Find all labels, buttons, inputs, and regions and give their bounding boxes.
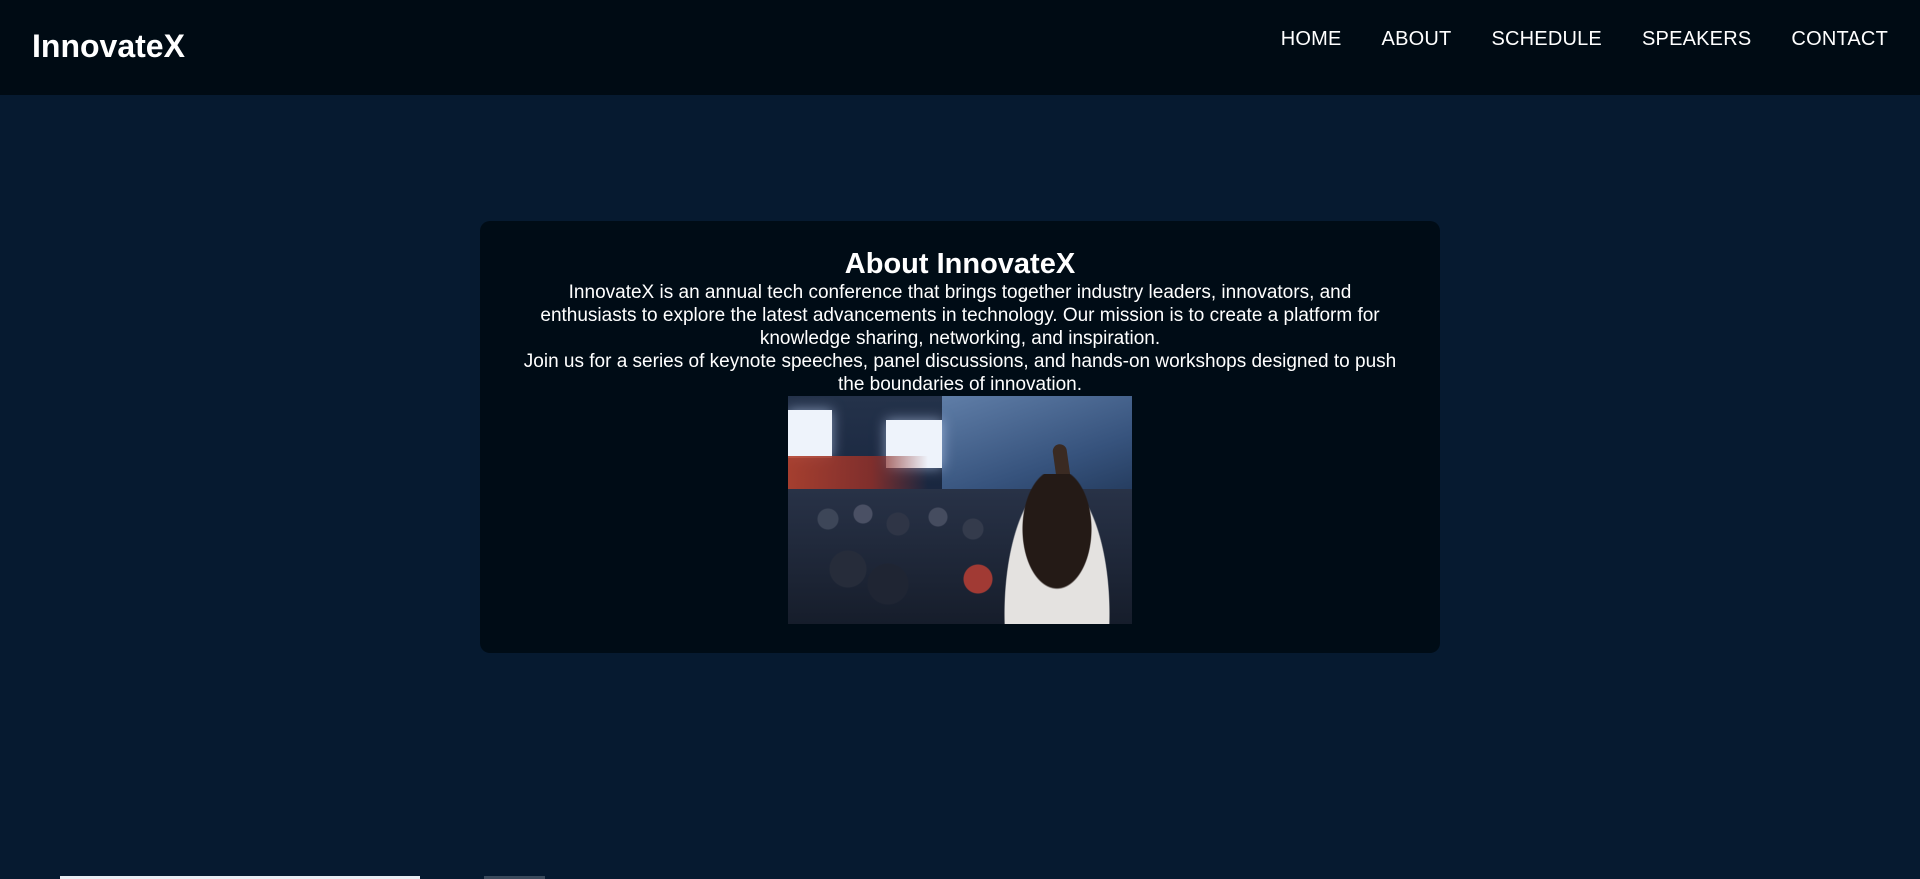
brand-logo[interactable]: InnovateX	[32, 26, 185, 66]
nav-link-speakers[interactable]: SPEAKERS	[1642, 28, 1751, 50]
nav-item-home: HOME	[1281, 26, 1342, 52]
nav-item-schedule: SCHEDULE	[1491, 26, 1602, 52]
conference-photo	[788, 396, 1132, 624]
photo-foreground-person	[1002, 474, 1112, 624]
nav-link-schedule[interactable]: SCHEDULE	[1491, 28, 1602, 50]
site-header: InnovateX HOME ABOUT SCHEDULE SPEAKERS C…	[0, 0, 1920, 95]
photo-screen-left	[788, 410, 832, 458]
about-title: About InnovateX	[844, 248, 1076, 280]
nav-item-contact: CONTACT	[1791, 26, 1888, 52]
nav-link-contact[interactable]: CONTACT	[1791, 28, 1888, 50]
nav-link-home[interactable]: HOME	[1281, 28, 1342, 50]
main-nav: HOME ABOUT SCHEDULE SPEAKERS CONTACT	[1281, 26, 1888, 52]
about-section: About InnovateX InnovateX is an annual t…	[480, 221, 1440, 653]
nav-link-about[interactable]: ABOUT	[1382, 28, 1452, 50]
about-paragraph-2: Join us for a series of keynote speeches…	[523, 351, 1397, 395]
about-paragraph-1: InnovateX is an annual tech conference t…	[540, 282, 1380, 349]
nav-item-about: ABOUT	[1382, 26, 1452, 52]
nav-item-speakers: SPEAKERS	[1642, 26, 1751, 52]
